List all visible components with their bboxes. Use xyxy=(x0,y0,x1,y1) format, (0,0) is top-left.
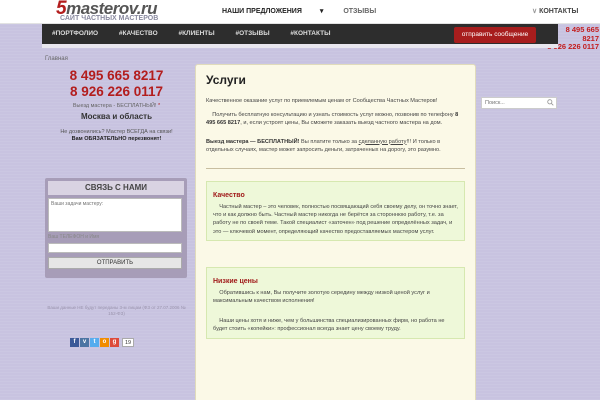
nav-contacts[interactable]: ∨ КОНТАКТЫ xyxy=(532,7,578,15)
contact-form: СВЯЗЬ С НАМИ Ваш ТЕЛЕФОН и Имя ОТПРАВИТЬ xyxy=(45,178,187,278)
quality-text: Частный мастер – это человек, полностью … xyxy=(213,204,458,235)
vk-icon[interactable]: v xyxy=(80,338,89,347)
anchor-contacts[interactable]: #КОНТАКТЫ xyxy=(290,30,330,37)
twitter-icon[interactable]: t xyxy=(90,338,99,347)
send-message-button[interactable]: отправить сообщение xyxy=(454,27,536,43)
consultation-paragraph: Получить бесплатную консультацию и узнат… xyxy=(206,112,459,127)
callback-note-line-1: Не дозвонились? Мастер ВСЕГДА на связи! xyxy=(60,129,173,135)
anchor-reviews[interactable]: #ОТЗЫВЫ xyxy=(235,30,269,37)
prices-section: Низкие цены Обратившись к нам, Вы получи… xyxy=(206,266,465,339)
anchor-quality[interactable]: #КАЧЕСТВО xyxy=(119,30,158,37)
top-header: 5masterov.ru САЙТ ЧАСТНЫХ МАСТЕРОВ НАШИ … xyxy=(0,0,600,24)
anchor-clients[interactable]: #КЛИЕНТЫ xyxy=(178,30,214,37)
phone-name-label: Ваш ТЕЛЕФОН и Имя xyxy=(48,234,100,240)
header-phone-1[interactable]: 8 495 665 8217 xyxy=(547,25,599,43)
search-icon[interactable] xyxy=(547,99,554,106)
nav-offers[interactable]: НАШИ ПРЕДЛОЖЕНИЯ ▾ xyxy=(222,8,323,15)
share-count: 19 xyxy=(122,338,134,347)
asterisk-icon: * xyxy=(157,103,161,109)
section-divider xyxy=(206,168,465,170)
free-visit-note: Выезд мастера - БЕСПЛАТНЫЙ! * xyxy=(72,103,161,109)
phone-name-input[interactable] xyxy=(48,243,182,253)
page-title: Услуги xyxy=(206,73,246,87)
quality-section: Качество Частный мастер – это человек, п… xyxy=(206,181,465,241)
prices-text-2: Наши цены хотя и ниже, чем у большинства… xyxy=(213,318,445,333)
anchor-portfolio[interactable]: #ПОРТФОЛИО xyxy=(52,30,98,37)
logo-subtitle: САЙТ ЧАСТНЫХ МАСТЕРОВ xyxy=(60,15,159,22)
prices-text-1: Обратившись к нам, Вы получите золотую с… xyxy=(213,289,430,305)
header-divider xyxy=(42,44,558,48)
search-input[interactable] xyxy=(481,97,557,109)
phone-primary[interactable]: 8 495 665 8217 xyxy=(45,68,188,84)
odnoklassniki-icon[interactable]: o xyxy=(100,338,109,347)
region-label: Москва и область xyxy=(81,112,152,121)
callback-note-line-2: Вам ОБЯЗАТЕЛЬНО перезвонят! xyxy=(71,136,162,142)
site-logo[interactable]: 5masterov.ru САЙТ ЧАСТНЫХ МАСТЕРОВ xyxy=(56,0,166,24)
quality-title: Качество xyxy=(213,192,245,200)
breadcrumb[interactable]: Главная xyxy=(45,56,68,62)
top-nav: НАШИ ПРЕДЛОЖЕНИЯ ▾ ОТЗЫВЫ xyxy=(222,7,394,15)
task-textarea[interactable] xyxy=(48,198,182,232)
googleplus-icon[interactable]: g xyxy=(110,338,119,347)
contact-form-title: СВЯЗЬ С НАМИ xyxy=(48,181,184,195)
left-sidebar: 8 495 665 8217 8 926 226 0117 Выезд маст… xyxy=(45,68,188,143)
sub-nav: #ПОРТФОЛИО #КАЧЕСТВО #КЛИЕНТЫ #ОТЗЫВЫ #К… xyxy=(42,24,599,51)
social-share: f v t o g 19 xyxy=(70,338,134,348)
submit-button[interactable]: ОТПРАВИТЬ xyxy=(48,257,182,269)
callback-note: Не дозвонились? Мастер ВСЕГДА на связи! … xyxy=(45,129,188,143)
free-visit-paragraph: Выезд мастера — БЕСПЛАТНЫЙ! Вы платите т… xyxy=(206,138,441,153)
nav-reviews[interactable]: ОТЗЫВЫ xyxy=(343,8,376,15)
privacy-disclaimer: Ваши данные НЕ будут переданы 3-м лицам … xyxy=(47,305,186,316)
phone-secondary[interactable]: 8 926 226 0117 xyxy=(45,84,188,100)
facebook-icon[interactable]: f xyxy=(70,338,79,347)
prices-title: Низкие цены xyxy=(213,277,258,285)
anchor-links: #ПОРТФОЛИО #КАЧЕСТВО #КЛИЕНТЫ #ОТЗЫВЫ #К… xyxy=(52,30,349,37)
main-content: Услуги Качественное оказание услуг по пр… xyxy=(195,64,476,400)
intro-paragraph: Качественное оказание услуг по приемлемы… xyxy=(206,98,438,104)
chevron-down-icon: ∨ xyxy=(532,8,538,15)
